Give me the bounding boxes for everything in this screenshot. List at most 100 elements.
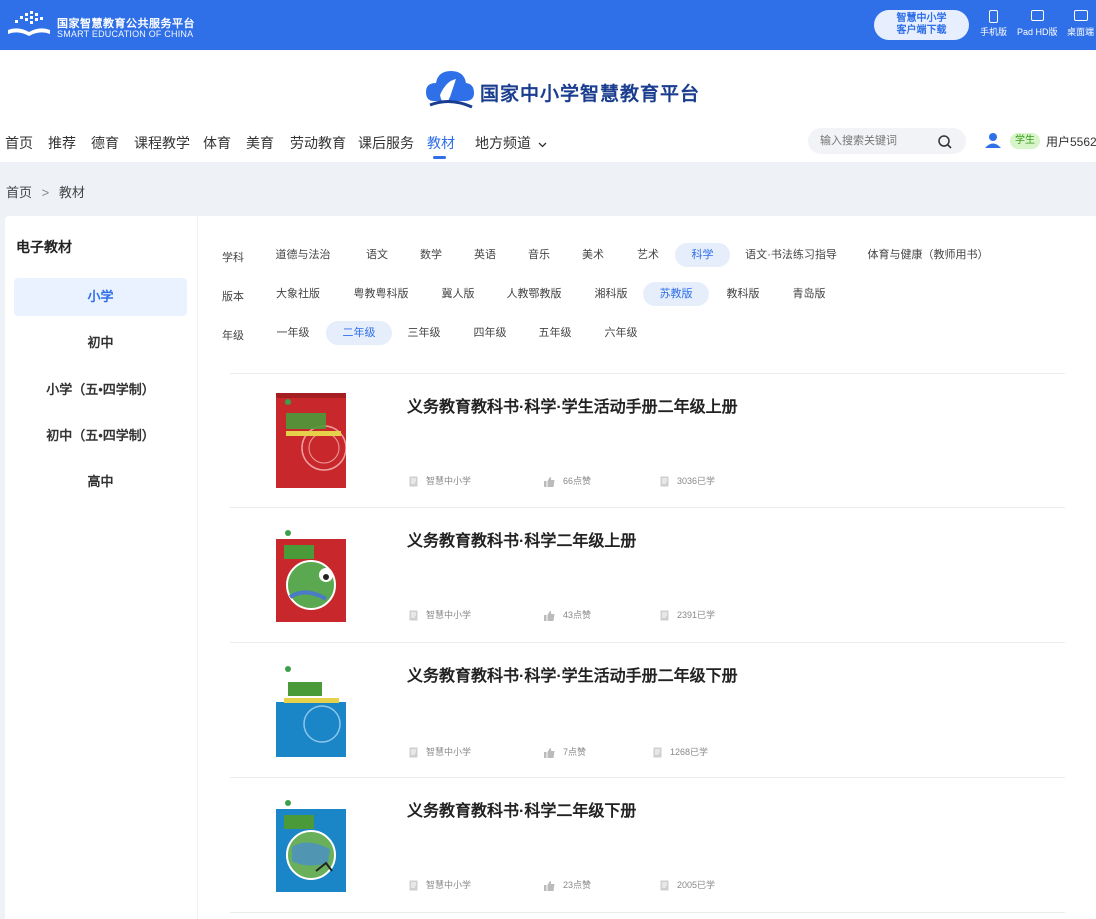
category-senior[interactable]: 高中 (14, 463, 187, 501)
nav-recommend[interactable]: 推荐 (48, 133, 76, 153)
subject-filter-label: 学科 (222, 252, 244, 264)
document-icon (409, 610, 418, 621)
nav-arts[interactable]: 美育 (246, 133, 274, 153)
brand-cloud-icon[interactable] (424, 67, 476, 109)
document-icon (660, 610, 669, 621)
subject-chip[interactable]: 道德与法治 (268, 243, 338, 267)
book-learned-label: 3036已学 (677, 476, 716, 486)
book-learned-label: 1268已学 (670, 747, 709, 757)
edition-chip[interactable]: 冀人版 (435, 282, 481, 306)
monitor-icon (1073, 10, 1088, 21)
book-item[interactable]: 义务教育教科书·科学·学生活动手册二年级下册 智慧中小学 7点赞 1268已学 (198, 642, 1096, 777)
textbook-category-panel: 电子教材 小学 初中 小学（五•四学制） 初中（五•四学制） 高中 (5, 216, 197, 919)
category-primary[interactable]: 小学 (14, 278, 187, 316)
client-download-button[interactable]: 智慧中小学 客户端下载 (874, 10, 969, 40)
book-likes-label: 23点赞 (563, 880, 592, 890)
book-source-label: 智慧中小学 (426, 880, 472, 890)
book-learned: 1268已学 (653, 745, 708, 758)
pad-version-link[interactable]: Pad HD版 (1017, 10, 1058, 38)
subject-chip[interactable]: 艺术 (625, 243, 671, 267)
grade-chip[interactable]: 四年级 (467, 321, 513, 345)
thumbs-up-icon (544, 747, 555, 758)
book-learned-label: 2005已学 (677, 880, 716, 890)
grade-chip-active[interactable]: 二年级 (326, 321, 392, 345)
breadcrumb: 首页 > 教材 (6, 182, 85, 201)
subject-chip[interactable]: 体育与健康（教师用书） (866, 243, 990, 267)
document-icon (660, 880, 669, 891)
platform-logo-icon[interactable] (6, 8, 52, 42)
book-item[interactable]: 义务教育教科书·科学·学生活动手册二年级上册 智慧中小学 66点赞 3036已学 (198, 373, 1096, 508)
nav-course[interactable]: 课程教学 (134, 133, 190, 153)
book-cover-image[interactable] (276, 527, 346, 622)
book-likes-label: 43点赞 (563, 610, 592, 620)
book-likes: 23点赞 (544, 878, 591, 891)
book-title[interactable]: 义务教育教科书·科学二年级上册 (407, 527, 636, 551)
user-avatar-icon[interactable] (983, 130, 1003, 150)
book-cover-image[interactable] (276, 393, 346, 488)
breadcrumb-home[interactable]: 首页 (6, 185, 32, 200)
category-junior[interactable]: 初中 (14, 324, 187, 362)
book-likes: 66点赞 (544, 474, 591, 487)
search-icon[interactable] (937, 134, 953, 150)
book-learned: 2391已学 (660, 608, 715, 621)
nav-after-school[interactable]: 课后服务 (358, 133, 414, 153)
edition-chip[interactable]: 湘科版 (588, 282, 634, 306)
book-cover-image[interactable] (276, 662, 346, 757)
breadcrumb-separator: > (41, 185, 50, 200)
subject-chip[interactable]: 英语 (462, 243, 508, 267)
book-source-label: 智慧中小学 (426, 747, 472, 757)
chevron-down-icon (538, 142, 547, 148)
book-item[interactable]: 义务教育教科书·科学二年级上册 智慧中小学 43点赞 2391已学 (198, 507, 1096, 642)
brand-title[interactable]: 国家中小学智慧教育平台 (480, 79, 700, 106)
grade-chip[interactable]: 五年级 (532, 321, 578, 345)
book-source: 智慧中小学 (409, 745, 471, 758)
subject-chip[interactable]: 音乐 (516, 243, 562, 267)
nav-textbook[interactable]: 教材 (427, 133, 455, 153)
edition-chip[interactable]: 大象社版 (270, 282, 326, 306)
thumbs-up-icon (544, 610, 555, 621)
search-input[interactable] (820, 133, 935, 149)
subject-chip[interactable]: 美术 (570, 243, 616, 267)
subject-chip[interactable]: 语文 (354, 243, 400, 267)
breadcrumb-current: 教材 (58, 185, 85, 200)
subject-chip[interactable]: 数学 (408, 243, 454, 267)
book-title[interactable]: 义务教育教科书·科学·学生活动手册二年级下册 (407, 662, 738, 686)
book-source: 智慧中小学 (409, 878, 471, 891)
mobile-version-link[interactable]: 手机版 (980, 10, 1007, 38)
nav-sports[interactable]: 体育 (203, 133, 231, 153)
username[interactable]: 用户5562 (1046, 133, 1096, 150)
book-cover-image[interactable] (276, 797, 346, 892)
edition-chip[interactable]: 教科版 (720, 282, 766, 306)
nav-labor[interactable]: 劳动教育 (290, 133, 346, 153)
category-primary-54[interactable]: 小学（五•四学制） (14, 371, 187, 409)
desktop-version-link[interactable]: 桌面端 (1067, 10, 1094, 38)
grade-chip[interactable]: 一年级 (270, 321, 316, 345)
top-bar: 国家智慧教育公共服务平台 SMART EDUCATION OF CHINA 智慧… (0, 0, 1096, 50)
book-source: 智慧中小学 (409, 474, 471, 487)
book-likes: 7点赞 (544, 745, 586, 758)
grade-chip[interactable]: 六年级 (598, 321, 644, 345)
edition-chip[interactable]: 人教鄂教版 (503, 282, 565, 306)
thumbs-up-icon (544, 880, 555, 891)
nav-moral[interactable]: 德育 (91, 133, 119, 153)
edition-chip[interactable]: 粤教粤科版 (350, 282, 412, 306)
book-likes-label: 7点赞 (563, 747, 587, 757)
document-icon (409, 880, 418, 891)
subject-chip[interactable]: 语文·书法练习指导 (741, 243, 841, 267)
edition-chip-active[interactable]: 苏教版 (643, 282, 709, 306)
nav-local-channel[interactable]: 地方频道 (475, 133, 547, 153)
subject-chip-active[interactable]: 科学 (675, 243, 730, 267)
edition-chip[interactable]: 青岛版 (786, 282, 832, 306)
book-likes-label: 66点赞 (563, 476, 592, 486)
download-line2: 客户端下载 (896, 25, 947, 36)
category-junior-54[interactable]: 初中（五•四学制） (14, 417, 187, 455)
book-title[interactable]: 义务教育教科书·科学二年级下册 (407, 797, 636, 821)
book-item[interactable]: 义务教育教科书·科学二年级下册 智慧中小学 23点赞 2005已学 (198, 777, 1096, 912)
book-source-label: 智慧中小学 (426, 610, 472, 620)
book-likes: 43点赞 (544, 608, 591, 621)
grade-chip[interactable]: 三年级 (401, 321, 447, 345)
nav-home[interactable]: 首页 (5, 133, 33, 153)
nav-local-channel-label: 地方频道 (475, 135, 531, 151)
pad-version-label: Pad HD版 (1017, 27, 1058, 37)
book-title[interactable]: 义务教育教科书·科学·学生活动手册二年级上册 (407, 393, 738, 417)
